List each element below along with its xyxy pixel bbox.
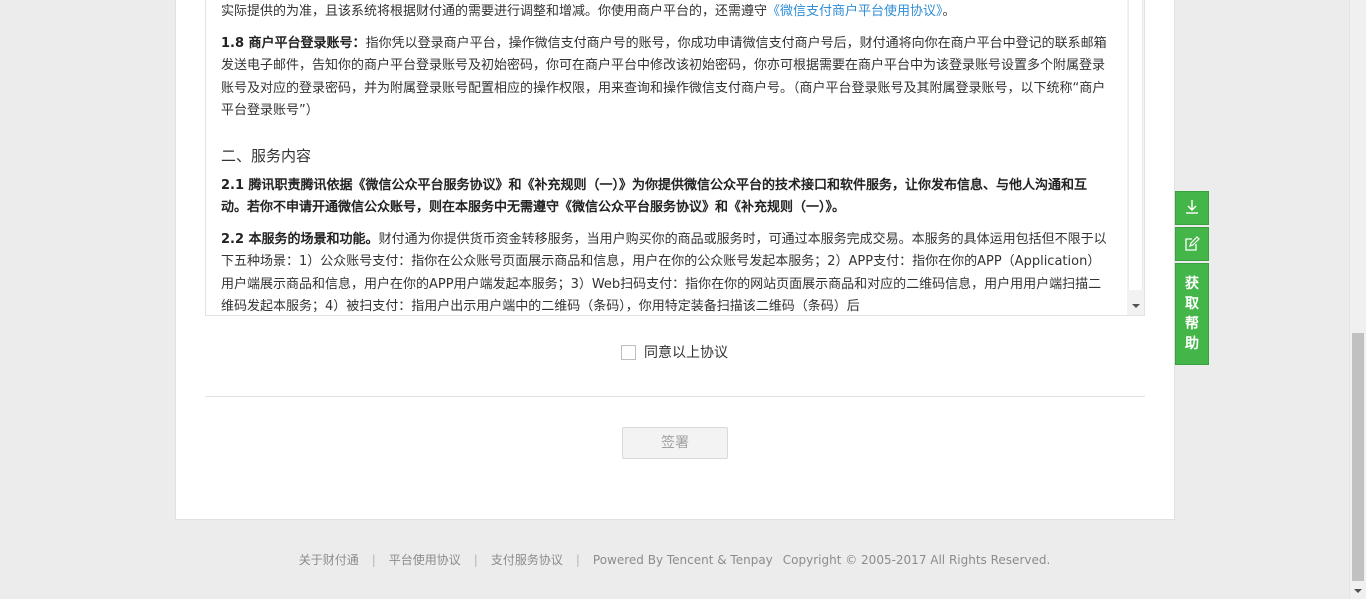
download-button[interactable] [1175, 191, 1209, 225]
edit-icon [1185, 236, 1200, 251]
agreement-paragraph-1-8: 1.8 商户平台登录账号：指你凭以登录商户平台，操作微信支付商户号的账号，你成功… [221, 33, 1109, 123]
footer-separator: | [371, 553, 376, 567]
agreement-scrollbar[interactable] [1127, 0, 1144, 315]
footer-link-payment-agreement[interactable]: 支付服务协议 [491, 553, 563, 567]
side-tools: 获 取 帮 助 [1175, 191, 1209, 367]
agreement-paragraph-2-2: 2.2 本服务的场景和功能。财付通为你提供货币资金转移服务，当用户购买你的商品或… [221, 229, 1109, 316]
divider [205, 396, 1145, 397]
agreement-scroll-box[interactable]: 实际提供的为准，且该系统将根据财付通的需要进行调整和增减。你使用商户平台的，还需… [205, 0, 1145, 316]
intro-end: 。 [942, 4, 956, 19]
footer-link-platform-agreement[interactable]: 平台使用协议 [389, 553, 461, 567]
agree-label[interactable]: 同意以上协议 [644, 342, 728, 362]
download-icon [1186, 200, 1198, 214]
clause-2-2-title: 2.2 本服务的场景和功能。 [221, 231, 379, 247]
footer-link-about[interactable]: 关于财付通 [299, 553, 359, 567]
footer-separator: | [575, 553, 580, 567]
footer: 关于财付通 | 平台使用协议 | 支付服务协议 | Powered By Tencent &… [0, 551, 1349, 569]
merchant-platform-agreement-link[interactable]: 《微信支付商户平台使用协议》 [767, 4, 943, 19]
section-2-title: 二、服务内容 [221, 146, 312, 165]
help-char: 助 [1185, 336, 1199, 352]
feedback-button[interactable] [1175, 227, 1209, 261]
help-char: 取 [1185, 296, 1199, 312]
page-scroll-down-icon[interactable] [1354, 589, 1362, 593]
help-char: 帮 [1185, 316, 1199, 332]
get-help-button[interactable]: 获 取 帮 助 [1175, 263, 1209, 365]
clause-1-8-title: 1.8 商户平台登录账号： [221, 35, 366, 51]
agree-checkbox[interactable] [621, 344, 636, 360]
agreement-paragraph-intro: 实际提供的为准，且该系统将根据财付通的需要进行调整和增减。你使用商户平台的，还需… [221, 0, 1109, 24]
footer-powered: Powered By Tencent & Tenpay [592, 553, 773, 567]
footer-separator: | [473, 553, 478, 567]
page-scrollbar[interactable] [1349, 0, 1366, 599]
agree-row[interactable]: 同意以上协议 [621, 342, 728, 362]
page-scrollbar-thumb[interactable] [1352, 333, 1364, 581]
scroll-down-arrow-icon[interactable] [1132, 304, 1140, 308]
intro-text: 实际提供的为准，且该系统将根据财付通的需要进行调整和增减。你使用商户平台的，还需… [221, 4, 768, 19]
clause-2-1: 2.1 腾讯职责腾讯依据《微信公众平台服务协议》和《补充规则（一）》为你提供微信… [221, 177, 1088, 216]
agreement-content: 实际提供的为准，且该系统将根据财付通的需要进行调整和增减。你使用商户平台的，还需… [221, 0, 1109, 316]
sign-button[interactable]: 签署 [622, 427, 728, 459]
help-char: 获 [1185, 276, 1199, 292]
footer-copyright: Copyright © 2005-2017 All Rights Reserve… [782, 553, 1051, 567]
agreement-scrollbar-thumb[interactable] [1128, 0, 1143, 290]
